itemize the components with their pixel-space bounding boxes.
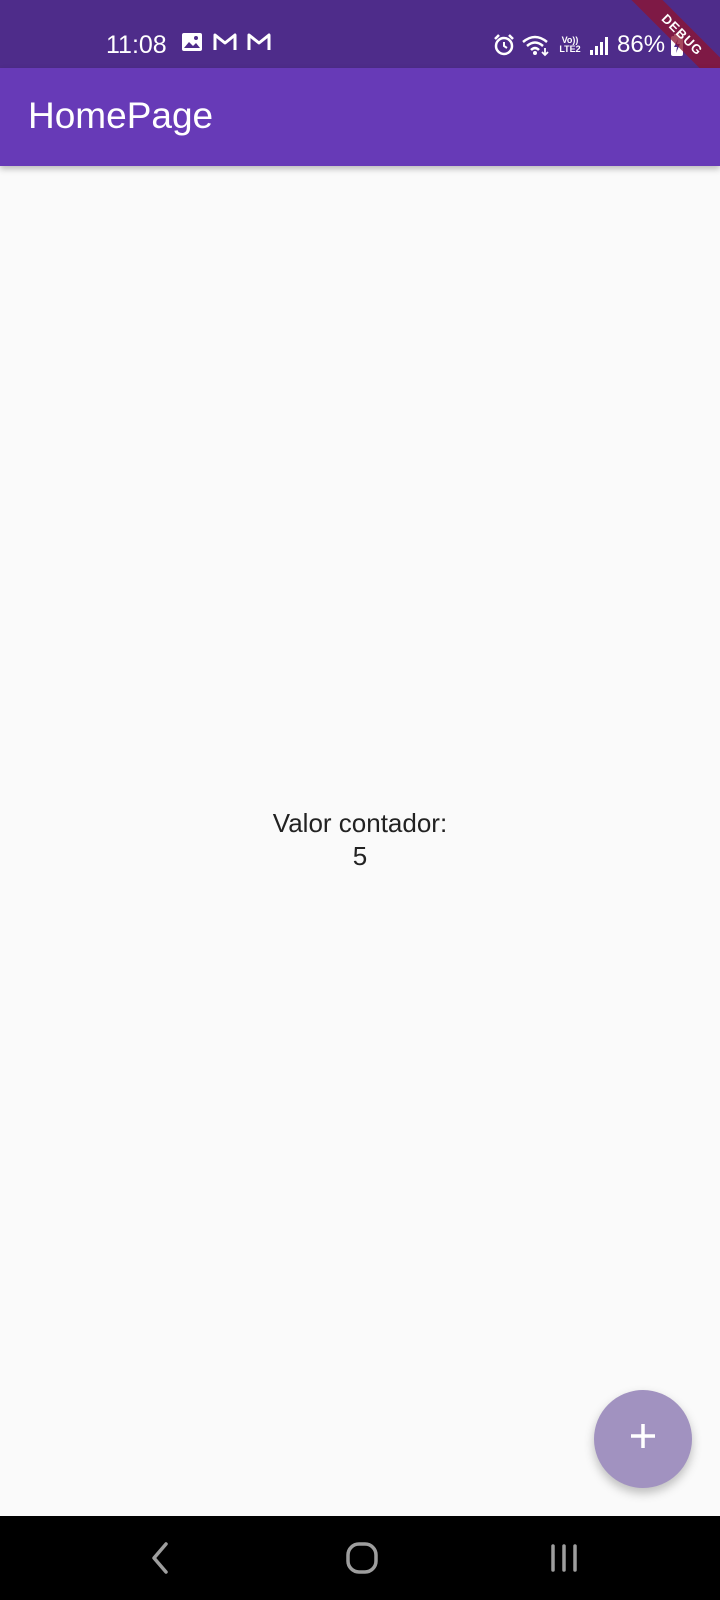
counter-display: Valor contador: 5	[0, 807, 720, 873]
recent-apps-icon	[546, 1544, 582, 1582]
signal-icon	[589, 33, 609, 57]
volte-lte2-icon: Vo)) LTE2	[556, 36, 584, 54]
back-icon	[146, 1542, 176, 1582]
lte2-label: LTE2	[559, 44, 581, 54]
wifi-icon	[521, 33, 551, 57]
system-status-icons: Vo)) LTE2 86%	[492, 28, 684, 62]
add-icon	[627, 1417, 659, 1462]
battery-charging-icon	[670, 33, 684, 57]
counter-value: 5	[352, 841, 368, 871]
counter-label: Valor contador:	[272, 808, 448, 838]
status-bar: 11:08 Vo)) LTE2 86% DEBUG	[0, 0, 720, 93]
add-button[interactable]	[594, 1390, 692, 1488]
recent-apps-button[interactable]	[546, 1538, 582, 1583]
navigation-bar	[0, 1516, 720, 1600]
back-button[interactable]	[146, 1538, 176, 1583]
page-title: HomePage	[28, 95, 214, 136]
alarm-icon	[492, 33, 516, 57]
home-button[interactable]	[342, 1538, 382, 1583]
notification-icons	[180, 30, 272, 54]
gmail-icon	[246, 30, 272, 54]
image-icon	[180, 30, 204, 54]
home-icon	[342, 1542, 382, 1582]
battery-percent: 86%	[617, 31, 666, 58]
status-time: 11:08	[106, 31, 167, 59]
gmail-icon	[212, 30, 238, 54]
app-bar: HomePage	[0, 68, 720, 166]
